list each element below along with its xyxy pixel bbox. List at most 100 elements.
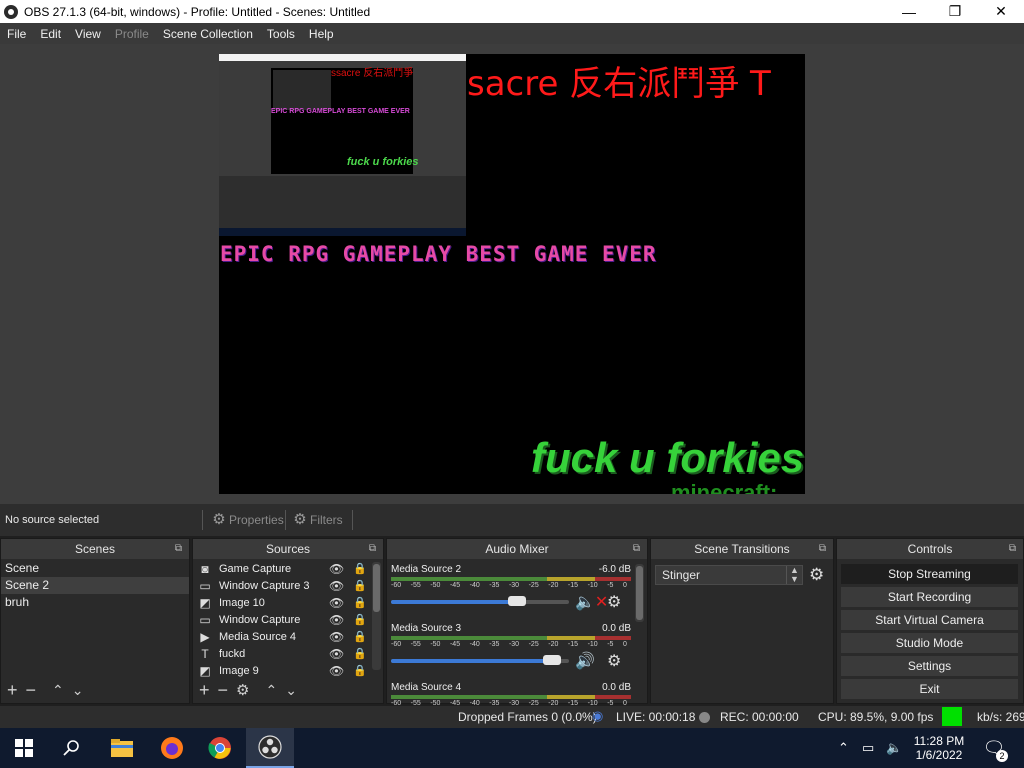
slider-knob[interactable] xyxy=(543,655,561,665)
exit-button[interactable]: Exit xyxy=(841,679,1018,699)
mixer-scrollbar[interactable] xyxy=(635,564,644,622)
move-down-icon[interactable]: ⌄ xyxy=(285,682,297,699)
meter-tick: -15 xyxy=(567,582,579,589)
volume-muted-icon[interactable]: 🔈 xyxy=(886,728,902,768)
lock-icon[interactable]: 🔒 xyxy=(353,562,367,575)
menu-file[interactable]: File xyxy=(0,27,33,41)
meter-scale: -60 -55 -50 -45 -40 -35 -30 -25 -20 -15 -10 -5 0 xyxy=(391,582,631,589)
obs-icon xyxy=(258,735,282,759)
meter-tick: -25 xyxy=(528,641,539,648)
sources-scrollbar[interactable] xyxy=(372,562,381,670)
tray-chevron-icon[interactable]: ⌃ xyxy=(838,728,849,768)
maximize-button[interactable]: ❐ xyxy=(932,0,978,23)
move-up-icon[interactable]: ⌃ xyxy=(265,682,277,699)
dropped-frames: Dropped Frames 0 (0.0%) xyxy=(458,710,597,724)
add-icon[interactable]: + xyxy=(7,680,18,701)
lock-icon[interactable]: 🔒 xyxy=(353,579,367,592)
clock[interactable]: 11:28 PM 1/6/2022 xyxy=(908,728,970,768)
float-icon[interactable]: ⧉ xyxy=(633,543,640,554)
source-item[interactable]: ▭ Window Capture 👁 🔒 xyxy=(193,611,383,628)
add-icon[interactable]: + xyxy=(199,680,210,701)
volume-slider[interactable] xyxy=(391,596,569,606)
studio-mode-button[interactable]: Studio Mode xyxy=(841,633,1018,653)
visibility-eye-icon[interactable]: 👁 xyxy=(329,579,344,593)
float-icon[interactable]: ⧉ xyxy=(819,543,826,554)
chrome-button[interactable] xyxy=(196,728,244,768)
clock-date: 1/6/2022 xyxy=(915,748,963,762)
float-icon[interactable]: ⧉ xyxy=(1009,543,1016,554)
firefox-button[interactable] xyxy=(148,728,196,768)
search-button[interactable] xyxy=(48,728,96,768)
source-item[interactable]: ◙ Game Capture 👁 🔒 xyxy=(193,560,383,577)
gear-icon[interactable]: ⚙ xyxy=(607,651,621,671)
source-item[interactable]: ▭ Window Capture 3 👁 🔒 xyxy=(193,577,383,594)
visibility-eye-icon[interactable]: 👁 xyxy=(329,596,344,610)
visibility-eye-icon[interactable]: 👁 xyxy=(329,562,344,576)
obs-taskbar-button[interactable] xyxy=(246,728,294,768)
start-virtual-camera-button[interactable]: Start Virtual Camera xyxy=(841,610,1018,630)
visibility-eye-icon[interactable]: 👁 xyxy=(329,664,344,678)
menu-profile[interactable]: Profile xyxy=(108,27,156,41)
move-up-icon[interactable]: ⌃ xyxy=(52,682,64,699)
image-icon: ◩ xyxy=(199,663,211,678)
cpu-usage: CPU: 89.5%, 9.00 fps xyxy=(818,710,934,724)
filters-button[interactable]: ⚙ Filters xyxy=(292,510,342,530)
gear-icon[interactable]: ⚙ xyxy=(809,565,824,585)
source-item[interactable]: ◩ Image 10 👁 🔒 xyxy=(193,594,383,611)
source-label: Media Source 4 xyxy=(219,630,297,643)
start-recording-button[interactable]: Start Recording xyxy=(841,587,1018,607)
speaker-muted-icon[interactable]: 🔈✕ xyxy=(575,592,608,612)
visibility-eye-icon[interactable]: 👁 xyxy=(329,647,344,661)
status-bar: Dropped Frames 0 (0.0%) ◉ LIVE: 00:00:18… xyxy=(0,706,1024,728)
menu-tools[interactable]: Tools xyxy=(260,27,302,41)
green-overlay-text: fuck u forkies xyxy=(531,434,805,481)
preview-canvas[interactable]: ssacre 反右派鬥爭 EPIC RPG GAMEPLAY BEST GAME… xyxy=(219,54,805,494)
minimize-button[interactable]: — xyxy=(886,0,932,23)
scene-item[interactable]: Scene xyxy=(1,560,189,577)
start-button[interactable] xyxy=(0,728,48,768)
controls-dock: Controls ⧉ Stop Streaming Start Recordin… xyxy=(836,538,1024,704)
visibility-eye-icon[interactable]: 👁 xyxy=(329,613,344,627)
move-down-icon[interactable]: ⌄ xyxy=(72,682,84,699)
gear-icon[interactable]: ⚙ xyxy=(236,681,249,699)
text-icon: T xyxy=(201,646,209,661)
source-item[interactable]: ▶ Media Source 4 👁 🔒 xyxy=(193,628,383,645)
visibility-eye-icon[interactable]: 👁 xyxy=(329,630,344,644)
menu-view[interactable]: View xyxy=(68,27,108,41)
scene-item[interactable]: Scene 2 xyxy=(1,577,189,594)
transition-select[interactable]: Stinger ▲ ▼ xyxy=(655,565,803,585)
meter-tick: -35 xyxy=(489,582,500,589)
file-explorer-button[interactable] xyxy=(98,728,146,768)
volume-slider[interactable] xyxy=(391,655,569,665)
scrollbar-thumb[interactable] xyxy=(373,564,380,612)
source-label: Image 10 xyxy=(219,596,265,609)
scene-item[interactable]: bruh xyxy=(1,594,189,611)
remove-icon[interactable]: − xyxy=(26,680,37,701)
remove-icon[interactable]: − xyxy=(218,680,229,701)
slider-fill xyxy=(391,600,514,604)
source-item[interactable]: Tfuckd 👁 🔒 xyxy=(193,645,383,662)
lock-icon[interactable]: 🔒 xyxy=(353,630,367,643)
lock-icon[interactable]: 🔒 xyxy=(353,596,367,609)
stop-streaming-button[interactable]: Stop Streaming xyxy=(841,564,1018,584)
network-icon[interactable]: ▭ xyxy=(862,728,874,768)
settings-button[interactable]: Settings xyxy=(841,656,1018,676)
menu-help[interactable]: Help xyxy=(302,27,341,41)
menu-edit[interactable]: Edit xyxy=(33,27,68,41)
slider-knob[interactable] xyxy=(508,596,526,606)
speaker-icon[interactable]: 🔊 xyxy=(575,651,595,671)
lock-icon[interactable]: 🔒 xyxy=(353,647,367,660)
lock-icon[interactable]: 🔒 xyxy=(353,613,367,626)
notification-center[interactable]: 🗨 2 xyxy=(982,728,1008,768)
controls-header: Controls ⧉ xyxy=(837,539,1023,559)
lock-icon[interactable]: 🔒 xyxy=(353,664,367,677)
gear-icon[interactable]: ⚙ xyxy=(607,592,621,612)
float-icon[interactable]: ⧉ xyxy=(369,543,376,554)
nested-preview-inner xyxy=(273,70,331,110)
spinner-icon[interactable]: ▲ ▼ xyxy=(786,566,802,584)
scrollbar-thumb[interactable] xyxy=(636,566,643,620)
close-button[interactable]: ✕ xyxy=(978,0,1024,23)
menu-scene-collection[interactable]: Scene Collection xyxy=(156,27,260,41)
float-icon[interactable]: ⧉ xyxy=(175,543,182,554)
properties-button[interactable]: ⚙ Properties xyxy=(211,510,283,530)
